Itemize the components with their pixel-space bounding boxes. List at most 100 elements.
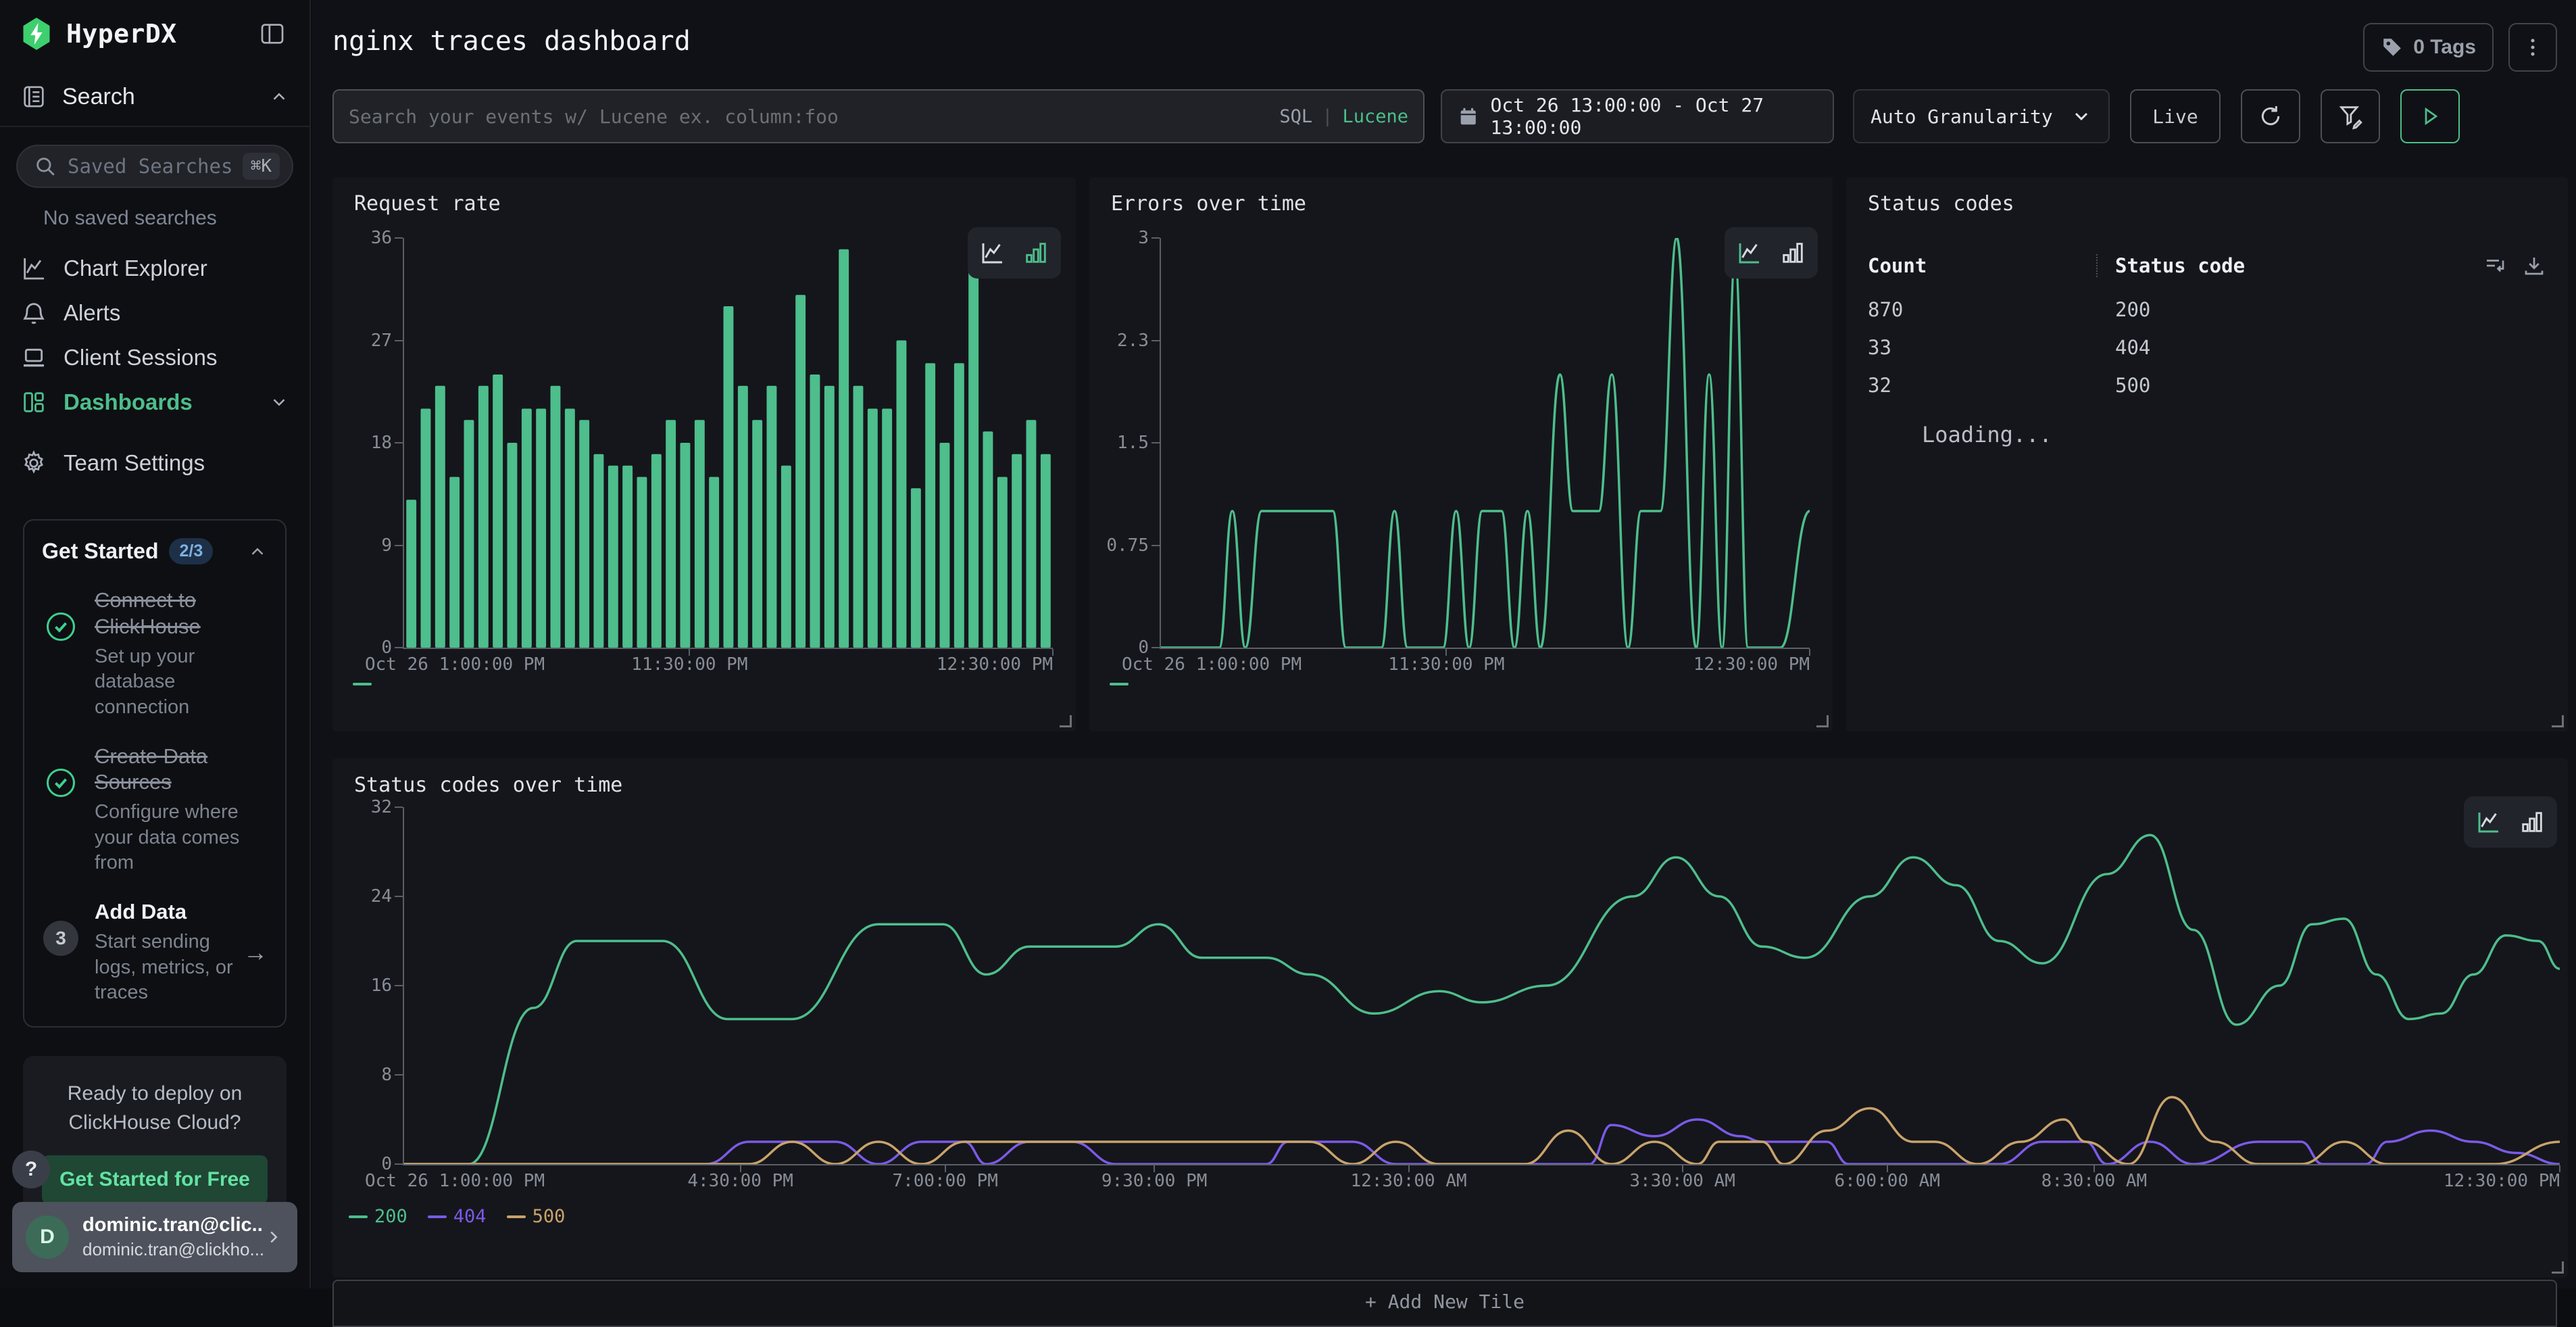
- sidebar-item-alerts[interactable]: Alerts: [0, 291, 309, 335]
- help-button[interactable]: ?: [12, 1151, 50, 1188]
- sidebar-item-search[interactable]: Search: [0, 68, 309, 127]
- legend-item[interactable]: [353, 683, 372, 685]
- tile-resize-handle[interactable]: [1816, 715, 1829, 727]
- tile-title: Request rate: [354, 192, 501, 216]
- run-query-button[interactable]: [2400, 89, 2460, 143]
- query-language-toggle: SQL | Lucene: [1279, 106, 1408, 127]
- tile-resize-handle[interactable]: [2552, 1261, 2564, 1274]
- legend-item-500[interactable]: 500: [507, 1206, 566, 1227]
- legend-item[interactable]: [1110, 683, 1129, 685]
- x-axis: Oct 26 1:00:00 PM11:30:00 PM12:30:00 PM: [404, 654, 1053, 684]
- line-view-toggle[interactable]: [978, 238, 1008, 268]
- dashboard-menu-button[interactable]: [2508, 23, 2557, 72]
- bar: [579, 420, 589, 648]
- tags-button[interactable]: 0 Tags: [2363, 23, 2494, 72]
- x-axis: Oct 26 1:00:00 PM11:30:00 PM12:30:00 PM: [1161, 654, 1810, 684]
- bar: [882, 409, 892, 648]
- line-view-toggle[interactable]: [1735, 238, 1764, 268]
- date-range-picker[interactable]: Oct 26 13:00:00 - Oct 27 13:00:00: [1441, 89, 1834, 143]
- event-search-box: SQL | Lucene: [332, 89, 1425, 143]
- download-icon[interactable]: [2522, 254, 2546, 278]
- bar: [1041, 454, 1051, 648]
- table-body: 8702003340432500: [1868, 291, 2546, 404]
- get-started-step-2[interactable]: Create Data Sources Configure where your…: [42, 744, 268, 877]
- errors-chart: [1161, 238, 1810, 648]
- get-started-card: Get Started 2/3 Connect to ClickHouse Se…: [23, 519, 287, 1028]
- avatar: D: [26, 1215, 69, 1259]
- bar-chart-icon: [2519, 809, 2546, 836]
- step-title: Add Data: [95, 899, 238, 925]
- x-tick-label: 8:30:00 AM: [2041, 1171, 2148, 1191]
- legend-item-404[interactable]: 404: [428, 1206, 487, 1227]
- sidebar-item-dashboards[interactable]: Dashboards: [0, 380, 309, 425]
- legend-dash: [428, 1215, 447, 1218]
- saved-searches-placeholder: Saved Searches: [68, 155, 243, 178]
- bell-icon: [20, 299, 47, 327]
- loading-text: Loading...: [1922, 422, 2052, 448]
- tile-resize-handle[interactable]: [1060, 715, 1072, 727]
- search-list-icon: [20, 83, 47, 110]
- event-search-input[interactable]: [349, 105, 1279, 128]
- search-icon: [34, 155, 57, 178]
- user-email: dominic.tran@clickho...: [82, 1239, 264, 1260]
- bar: [911, 488, 921, 648]
- x-tick-label: Oct 26 1:00:00 PM: [365, 1171, 545, 1191]
- x-tick: [945, 1165, 946, 1172]
- get-started-step-3[interactable]: 3 Add Data Start sending logs, metrics, …: [42, 899, 268, 1006]
- tile-resize-handle[interactable]: [2552, 715, 2564, 727]
- filter-button[interactable]: [2321, 89, 2380, 143]
- step-desc: Start sending logs, metrics, or traces: [95, 930, 238, 1006]
- sidebar-collapse-button[interactable]: [254, 16, 291, 52]
- laptop-icon: [20, 344, 47, 371]
- get-started-free-button[interactable]: Get Started for Free: [42, 1155, 268, 1204]
- table-row[interactable]: 33404: [1868, 329, 2546, 366]
- bar: [551, 386, 561, 648]
- table-row[interactable]: 32500: [1868, 366, 2546, 404]
- chart-type-toggle: [968, 227, 1061, 279]
- granularity-select[interactable]: Auto Granularity: [1853, 89, 2110, 143]
- errors-plot: 32.31.50.750 Oct 26 1:00:00 PM11:30:00 P…: [1160, 238, 1810, 649]
- bar: [406, 500, 416, 648]
- legend-item-200[interactable]: 200: [349, 1206, 407, 1227]
- lucene-toggle[interactable]: Lucene: [1342, 106, 1408, 127]
- bar: [897, 341, 907, 648]
- bar: [507, 443, 518, 648]
- tile-title: Status codes over time: [354, 773, 622, 797]
- y-tick: [395, 1074, 403, 1076]
- bar: [767, 386, 777, 648]
- bar: [608, 466, 618, 648]
- sidebar-item-client-sessions[interactable]: Client Sessions: [0, 335, 309, 380]
- table-row[interactable]: 870200: [1868, 291, 2546, 329]
- add-new-tile-button[interactable]: + Add New Tile: [332, 1280, 2557, 1327]
- step-title: Create Data Sources: [95, 744, 268, 796]
- bar-view-toggle[interactable]: [1778, 238, 1808, 268]
- saved-searches-input[interactable]: Saved Searches ⌘K: [16, 145, 293, 188]
- kebab-menu-icon: [2521, 36, 2544, 59]
- sort-rows-icon[interactable]: [2483, 254, 2507, 278]
- bar-view-toggle[interactable]: [2517, 807, 2547, 837]
- column-header-count[interactable]: Count: [1868, 254, 2096, 277]
- nav-label: Alerts: [64, 300, 289, 326]
- sidebar-item-chart-explorer[interactable]: Chart Explorer: [0, 246, 309, 291]
- hyperdx-logo-icon: [19, 16, 54, 51]
- tile-request-rate: Request rate 36271890 Oct 26 1:00:00 PM1…: [332, 177, 1076, 731]
- toolbar: SQL | Lucene Oct 26 13:00:00 - Oct 27 13…: [332, 89, 2557, 143]
- column-header-status-code[interactable]: Status code: [2096, 254, 2483, 277]
- get-started-step-1[interactable]: Connect to ClickHouse Set up your databa…: [42, 587, 268, 721]
- chevron-up-icon[interactable]: [247, 541, 268, 562]
- sidebar-item-team-settings[interactable]: Team Settings: [0, 441, 309, 485]
- request-rate-plot: 36271890 Oct 26 1:00:00 PM11:30:00 PM12:…: [403, 238, 1053, 649]
- bar-view-toggle[interactable]: [1021, 238, 1051, 268]
- refresh-button[interactable]: [2241, 89, 2300, 143]
- bar: [1026, 420, 1037, 648]
- user-menu[interactable]: D dominic.tran@clic... dominic.tran@clic…: [12, 1202, 297, 1272]
- y-tick: [1151, 340, 1160, 341]
- step-desc: Configure where your data comes from: [95, 800, 268, 876]
- live-button[interactable]: Live: [2130, 89, 2221, 143]
- promo-line-2: ClickHouse Cloud?: [42, 1108, 268, 1138]
- sql-toggle[interactable]: SQL: [1279, 106, 1312, 127]
- bar: [795, 295, 806, 648]
- y-tick-label: 9: [381, 535, 392, 556]
- get-started-title: Get Started: [42, 539, 158, 564]
- line-view-toggle[interactable]: [2474, 807, 2504, 837]
